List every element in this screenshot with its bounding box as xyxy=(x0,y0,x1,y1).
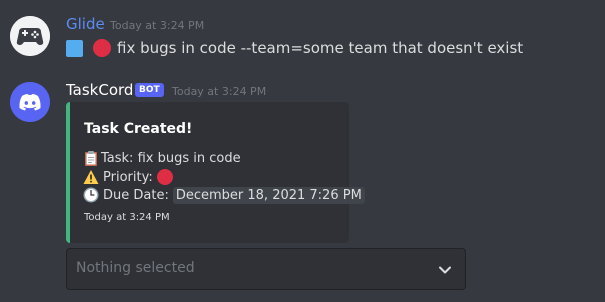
avatar-glide[interactable] xyxy=(10,16,50,56)
chevron-down-icon xyxy=(439,266,451,274)
clock-icon xyxy=(83,187,99,203)
embed-priority-line: Priority: xyxy=(83,168,173,186)
priority-label: Priority: xyxy=(103,169,153,185)
warning-icon xyxy=(83,170,99,184)
due-date-value[interactable]: December 18, 2021 7:26 PM xyxy=(172,186,365,204)
task-text: Task: fix bugs in code xyxy=(101,150,241,166)
discord-logo-icon xyxy=(10,82,50,122)
embed-footer-timestamp: Today at 3:24 PM xyxy=(84,212,170,223)
red-circle-icon xyxy=(156,169,173,185)
select-menu[interactable]: Nothing selected xyxy=(66,248,466,290)
embed-due-line: Due Date: December 18, 2021 7:26 PM xyxy=(83,186,365,204)
username-taskcord[interactable]: TaskCord xyxy=(66,81,133,99)
controller-icon xyxy=(10,16,50,56)
message-text: fix bugs in code --team=some team that d… xyxy=(117,39,524,57)
avatar-taskcord[interactable] xyxy=(10,82,50,122)
embed-task-line: Task: fix bugs in code xyxy=(83,149,241,167)
timestamp[interactable]: Today at 3:24 PM xyxy=(172,85,266,98)
message-content: fix bugs in code --team=some team that d… xyxy=(66,38,523,58)
timestamp[interactable]: Today at 3:24 PM xyxy=(110,19,204,32)
clipboard-icon xyxy=(85,151,97,166)
bot-badge: BOT xyxy=(135,83,164,97)
due-label: Due Date: xyxy=(103,187,169,203)
blue-square-icon xyxy=(66,39,83,57)
select-placeholder: Nothing selected xyxy=(76,260,195,276)
embed-title: Task Created! xyxy=(84,121,193,137)
red-circle-icon xyxy=(93,39,111,57)
task-embed: Task Created! Task: fix bugs in code Pri… xyxy=(66,102,365,243)
username-glide[interactable]: Glide xyxy=(66,15,105,33)
